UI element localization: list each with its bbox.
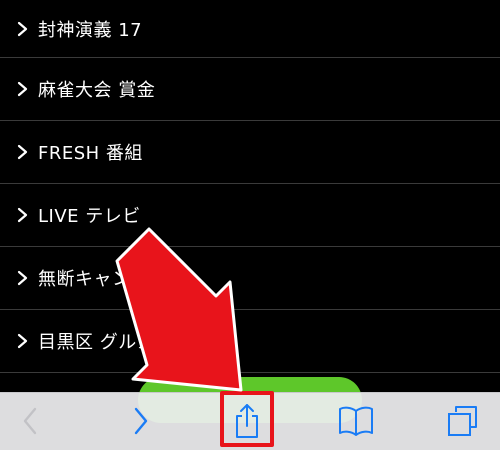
list-item-label: 目黒区 グルメ [38,332,156,353]
bookmarks-button[interactable] [334,401,378,441]
search-suggestion-list: 封神演義 17 麻雀大会 賞金 FRESH 番組 LIVE テレビ 無断キャンセ… [0,0,500,373]
tabs-icon [448,406,477,436]
chevron-left-icon [23,407,37,435]
list-item[interactable]: 無断キャンセ [0,247,500,310]
list-item-label: 無断キャンセ [38,269,149,290]
list-item[interactable]: FRESH 番組 [0,121,500,184]
list-item-label: 麻雀大会 賞金 [38,80,156,101]
list-item[interactable]: 封神演義 17 [0,0,500,58]
chevron-right-icon [134,407,148,435]
chevron-right-icon [17,144,28,160]
tabs-button[interactable] [440,401,484,441]
book-icon [339,406,373,436]
list-item[interactable]: 目黒区 グルメ [0,310,500,373]
list-item-label: LIVE テレビ [38,206,141,227]
chevron-right-icon [17,81,28,97]
list-item[interactable]: 麻雀大会 賞金 [0,58,500,121]
share-highlight-box [220,391,274,447]
chevron-right-icon [17,270,28,286]
list-item[interactable]: LIVE テレビ [0,184,500,247]
chevron-right-icon [17,207,28,223]
chevron-right-icon [17,21,28,36]
browser-screen: 封神演義 17 麻雀大会 賞金 FRESH 番組 LIVE テレビ 無断キャンセ… [0,0,500,450]
list-item-label: 封神演義 17 [38,19,143,41]
forward-button[interactable] [119,401,163,441]
list-item-label: FRESH 番組 [38,143,143,164]
back-button[interactable] [8,401,52,441]
chevron-right-icon [17,333,28,349]
